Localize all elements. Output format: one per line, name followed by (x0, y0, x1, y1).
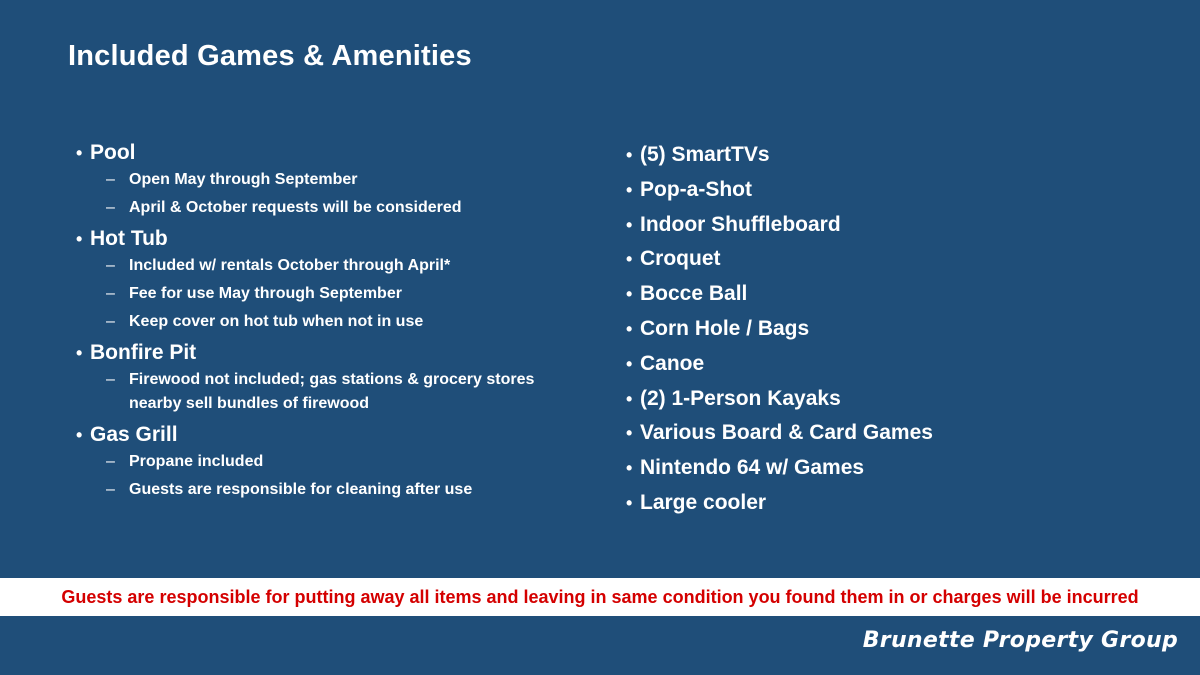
amenity-detail: – April & October requests will be consid… (106, 199, 462, 216)
amenity-detail: – Keep cover on hot tub when not in use (106, 313, 424, 330)
left-amenity-list: • Pool – Open May through September – April… (76, 138, 596, 506)
amenity-item: • Bocce Ball (626, 277, 1166, 312)
bullet-icon: • (76, 229, 83, 249)
bullet-icon: • (626, 318, 633, 339)
amenity-item: • (2) 1-Person Kayaks (626, 382, 1166, 417)
amenity-item: • (5) SmartTVs (626, 138, 1166, 173)
bullet-icon: • (626, 492, 633, 513)
brand-logo-text: Brunette Property Group (862, 628, 1178, 653)
amenity-detail: – Included w/ rentals October through Apr… (106, 257, 451, 274)
amenity-detail: – Fee for use May through September (106, 285, 402, 302)
amenity-label: Hot Tub (90, 227, 168, 250)
bullet-icon: • (626, 458, 633, 479)
bullet-icon: • (626, 423, 633, 444)
slide-title: Included Games & Amenities (68, 40, 472, 72)
bullet-icon: • (626, 145, 633, 165)
amenity-item: • Hot Tub – Included w/ rentals October th… (76, 224, 596, 334)
amenity-item: • Canoe (626, 347, 1166, 382)
bullet-icon: • (626, 284, 633, 305)
bullet-icon: • (626, 249, 633, 270)
bullet-icon: • (76, 143, 83, 163)
right-amenity-list: • (5) SmartTVs • Pop-a-Shot • Indoor Shuffl… (626, 138, 1166, 521)
bullet-icon: • (76, 425, 83, 445)
amenity-item: • Various Board & Card Games (626, 416, 1166, 451)
bullet-icon: • (626, 214, 633, 235)
amenity-item: • Bonfire Pit – Firewood not included; gas… (76, 338, 596, 416)
amenity-label: Gas Grill (90, 423, 178, 446)
bullet-icon: • (76, 343, 83, 363)
amenity-detail: – Firewood not included; gas stations & g… (106, 371, 535, 412)
amenity-item: • Croquet (626, 242, 1166, 277)
amenity-detail: – Open May through September (106, 171, 358, 188)
bullet-icon: • (626, 353, 633, 374)
slide: Included Games & Amenities • Pool – Open M… (0, 0, 1200, 675)
amenity-item: • Pop-a-Shot (626, 173, 1166, 208)
amenity-item: • Gas Grill – Propane included – Guests are… (76, 420, 596, 502)
amenity-item: • Pool – Open May through September – April… (76, 138, 596, 220)
responsibility-notice: Guests are responsible for putting away … (0, 578, 1200, 616)
bullet-icon: • (626, 179, 633, 200)
bullet-icon: • (626, 388, 633, 409)
amenity-detail: – Guests are responsible for cleaning aft… (106, 481, 473, 498)
amenity-item: • Indoor Shuffleboard (626, 208, 1166, 243)
amenity-item: • Large cooler (626, 486, 1166, 521)
amenity-detail: – Propane included (106, 453, 264, 470)
amenity-label: Pool (90, 141, 136, 164)
amenity-item: • Nintendo 64 w/ Games (626, 451, 1166, 486)
amenity-item: • Corn Hole / Bags (626, 312, 1166, 347)
amenity-label: Bonfire Pit (90, 341, 197, 364)
